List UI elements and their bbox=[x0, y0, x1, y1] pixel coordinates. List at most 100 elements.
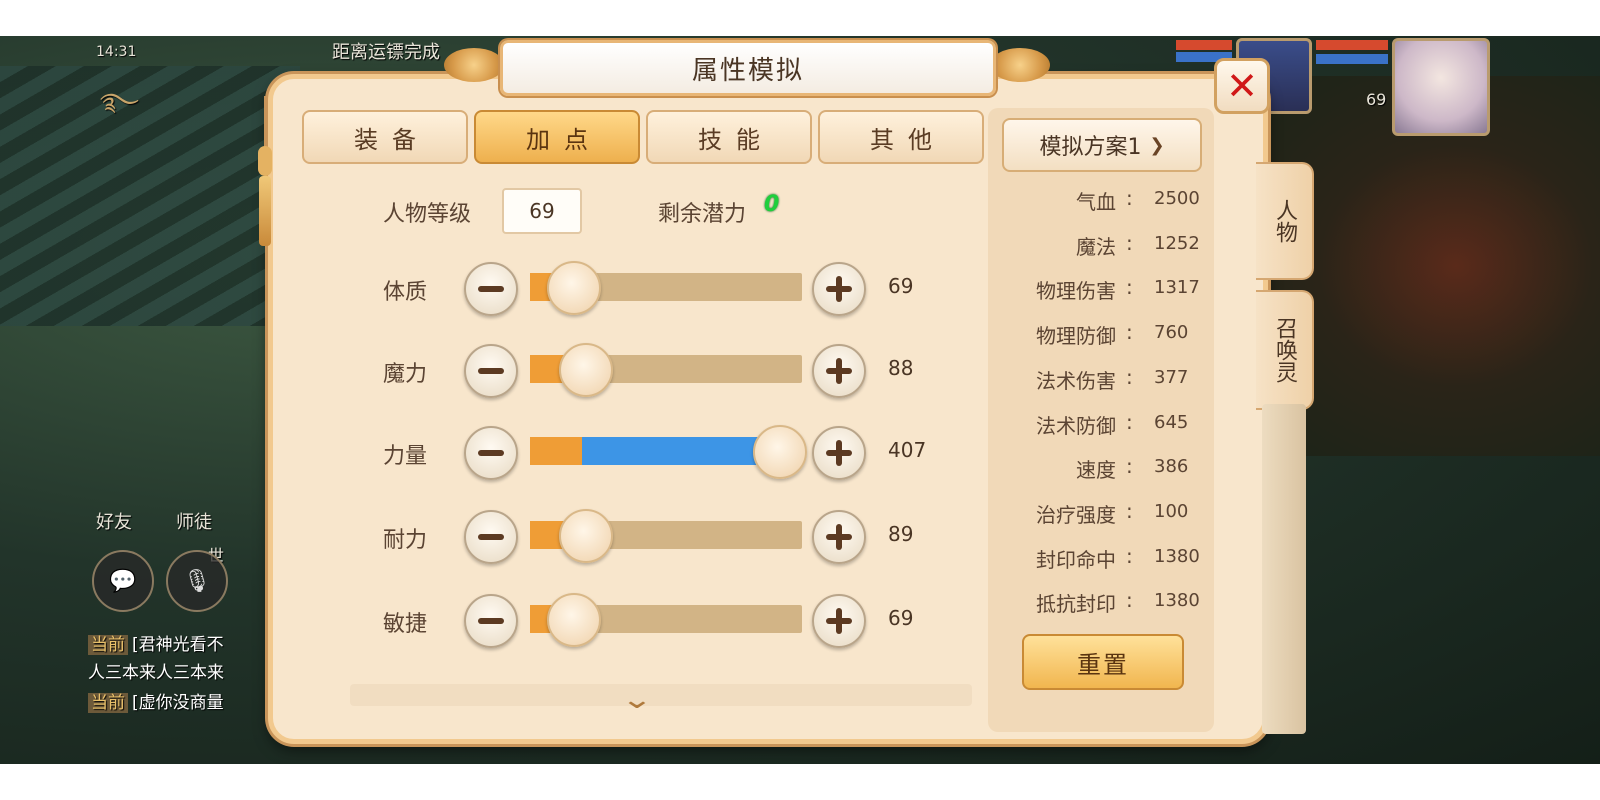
player-mp-bar bbox=[1316, 54, 1388, 64]
attribute-name: 治疗强度 bbox=[1036, 502, 1116, 527]
chat-line-3: 当前 [虚你没商量 bbox=[88, 688, 224, 713]
stat-name: 敏捷 bbox=[383, 612, 428, 637]
player-avatar[interactable] bbox=[1392, 38, 1490, 136]
attribute-colon: : bbox=[1126, 320, 1133, 345]
attribute-name: 速度 bbox=[1076, 458, 1116, 483]
attribute-colon: : bbox=[1126, 364, 1133, 389]
stat-slider[interactable] bbox=[530, 593, 802, 647]
stat-name: 体质 bbox=[383, 280, 428, 305]
attribute-name: 物理防御 bbox=[1036, 324, 1116, 349]
attribute-name: 法术伤害 bbox=[1036, 368, 1116, 393]
attribute-value: 377 bbox=[1154, 366, 1189, 388]
attribute-row: 气血:2500 bbox=[1000, 186, 1200, 218]
slider-knob[interactable] bbox=[752, 425, 807, 479]
attribute-value: 760 bbox=[1154, 322, 1189, 344]
attribute-row: 治疗强度:100 bbox=[1000, 499, 1200, 531]
minus-icon[interactable] bbox=[464, 426, 518, 480]
attribute-colon: : bbox=[1126, 588, 1133, 613]
plus-icon[interactable] bbox=[812, 344, 866, 398]
stat-value: 89 bbox=[888, 522, 914, 546]
tab-other[interactable]: 其他 bbox=[818, 110, 984, 164]
player-hp-bar bbox=[1316, 40, 1388, 50]
plus-icon[interactable] bbox=[812, 594, 866, 648]
tassel-ornament bbox=[256, 96, 274, 246]
stat-name: 魔力 bbox=[383, 362, 428, 387]
pet-hp-bar bbox=[1176, 40, 1232, 50]
side-scroll-decoration bbox=[1262, 404, 1306, 734]
minus-icon[interactable] bbox=[464, 262, 518, 316]
tab-add-points[interactable]: 加点 bbox=[474, 110, 640, 164]
attribute-row: 法术伤害:377 bbox=[1000, 365, 1200, 397]
stat-slider[interactable] bbox=[530, 509, 802, 563]
attribute-name: 封印命中 bbox=[1036, 547, 1116, 572]
attribute-colon: : bbox=[1126, 498, 1133, 523]
stat-row: 魔力 88 bbox=[0, 342, 990, 398]
dialog-title: 属性模拟 bbox=[500, 40, 996, 96]
plus-icon[interactable] bbox=[812, 426, 866, 480]
tab-equipment[interactable]: 装备 bbox=[302, 110, 468, 164]
side-tab-summon-label: 召唤灵 bbox=[1272, 317, 1297, 383]
attribute-row: 速度:386 bbox=[1000, 454, 1200, 486]
status-time: 14:31 bbox=[96, 44, 137, 60]
minus-icon[interactable] bbox=[464, 510, 518, 564]
chevron-down-icon[interactable]: ⌄ bbox=[615, 685, 660, 715]
attribute-name: 法术防御 bbox=[1036, 413, 1116, 438]
chevron-down-icon: ❯ bbox=[1149, 134, 1165, 156]
level-label: 人物等级 bbox=[383, 202, 472, 227]
attribute-row: 法术防御:645 bbox=[1000, 410, 1200, 442]
tab-skills[interactable]: 技能 bbox=[646, 110, 812, 164]
attribute-row: 抵抗封印:1380 bbox=[1000, 588, 1200, 620]
slider-base-fill bbox=[530, 437, 582, 465]
minus-icon[interactable] bbox=[464, 344, 518, 398]
potential-label: 剩余潜力 bbox=[658, 202, 747, 227]
attribute-colon: : bbox=[1126, 409, 1133, 434]
stat-value: 69 bbox=[888, 606, 914, 630]
attribute-row: 物理伤害:1317 bbox=[1000, 275, 1200, 307]
attribute-name: 魔法 bbox=[1076, 234, 1116, 259]
player-level: 69 bbox=[1366, 90, 1387, 109]
attribute-value: 1317 bbox=[1154, 277, 1200, 299]
stat-slider[interactable] bbox=[530, 343, 802, 397]
title-scroll-left bbox=[444, 48, 504, 82]
slider-knob[interactable] bbox=[559, 343, 613, 397]
attribute-row: 魔法:1252 bbox=[1000, 231, 1200, 263]
attribute-value: 2500 bbox=[1154, 188, 1200, 209]
slider-knob[interactable] bbox=[559, 509, 613, 563]
scheme-label: 模拟方案1 bbox=[1039, 135, 1142, 160]
attribute-name: 气血 bbox=[1076, 190, 1116, 214]
stat-value: 69 bbox=[888, 274, 914, 298]
side-tab-summon[interactable]: 召唤灵 bbox=[1256, 290, 1314, 410]
stat-slider[interactable] bbox=[530, 425, 807, 479]
chat-line-2: 人三本来人三本来 bbox=[88, 663, 224, 683]
attribute-value: 645 bbox=[1154, 411, 1189, 433]
stat-row: 力量 407 bbox=[0, 424, 990, 480]
attribute-name: 抵抗封印 bbox=[1036, 592, 1116, 617]
scheme-dropdown[interactable]: 模拟方案1 ❯ bbox=[1002, 118, 1202, 172]
attribute-row: 物理防御:760 bbox=[1000, 320, 1200, 352]
stat-row: 敏捷 69 bbox=[0, 592, 990, 648]
attribute-row: 封印命中:1380 bbox=[1000, 544, 1200, 576]
stat-name: 力量 bbox=[383, 444, 428, 469]
top-notice: 距离运镖完成 bbox=[332, 42, 440, 63]
level-input[interactable]: 69 bbox=[502, 188, 582, 234]
side-tab-character[interactable]: 人物 bbox=[1256, 162, 1314, 280]
attribute-colon: : bbox=[1126, 454, 1133, 479]
attribute-colon: : bbox=[1126, 543, 1133, 568]
reset-button[interactable]: 重置 bbox=[1022, 634, 1184, 690]
attribute-value: 1252 bbox=[1154, 232, 1200, 254]
attribute-colon: : bbox=[1126, 186, 1133, 210]
slider-knob[interactable] bbox=[547, 593, 601, 647]
minus-icon[interactable] bbox=[464, 594, 518, 648]
plus-icon[interactable] bbox=[812, 262, 866, 316]
side-tab-character-label: 人物 bbox=[1272, 199, 1297, 243]
attribute-value: 1380 bbox=[1154, 545, 1200, 567]
title-scroll-right bbox=[990, 48, 1050, 82]
slider-knob[interactable] bbox=[547, 261, 601, 315]
plus-icon[interactable] bbox=[812, 510, 866, 564]
close-x-icon[interactable]: ✕ bbox=[1214, 58, 1270, 114]
stat-value: 407 bbox=[888, 438, 927, 462]
stat-slider[interactable] bbox=[530, 261, 802, 315]
stat-name: 耐力 bbox=[383, 528, 428, 553]
stat-row: 体质 69 bbox=[0, 260, 990, 316]
attribute-name: 物理伤害 bbox=[1036, 279, 1116, 304]
